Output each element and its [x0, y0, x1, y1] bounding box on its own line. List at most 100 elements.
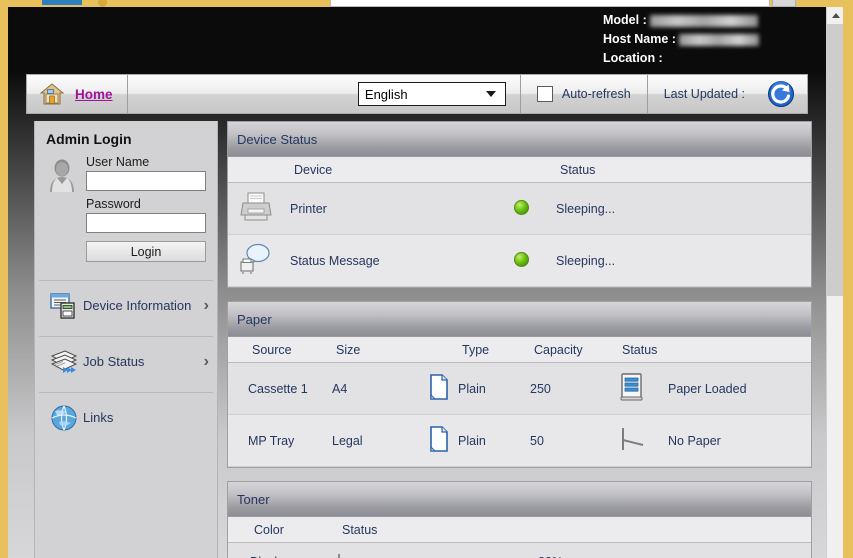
host-name-label: Host Name : [603, 32, 676, 46]
top-toolbar: Home English Auto-refresh Last Updated: [26, 74, 808, 114]
screenshot-root: Model : Host Name : Location : Home Engl… [0, 0, 853, 558]
device-information-icon [49, 291, 79, 321]
status-message-icon [228, 242, 284, 279]
column-header-status: Status [622, 342, 658, 357]
paper-capacity: 50 [530, 433, 544, 448]
admin-login-title: Admin Login [46, 131, 132, 147]
status-indicator [514, 199, 556, 218]
sidebar-item-links[interactable]: Links [35, 393, 217, 442]
toner-panel-header: Toner [228, 482, 811, 517]
table-row: Cassette 1 A4 Plain 250 Paper Loaded [228, 363, 811, 415]
table-header-row: Device Status [228, 157, 811, 183]
sidebar-item-label: Device Information [83, 298, 192, 313]
page-body: Home English Auto-refresh Last Updated:… [8, 69, 843, 558]
column-header-size: Size [336, 342, 361, 357]
device-status-text: Sleeping... [556, 253, 616, 268]
browser-chrome-sliver [0, 0, 853, 7]
chevron-right-icon: › [203, 352, 209, 370]
device-status-panel: Device Status Device Status Printer Slee… [227, 121, 812, 288]
device-status-panel-header: Device Status [228, 122, 811, 157]
scrollbar-thumb[interactable] [827, 24, 843, 296]
language-select-box[interactable]: English [357, 82, 506, 106]
window-frame-left [0, 7, 8, 558]
browser-toolbar-icon[interactable] [98, 0, 107, 7]
panel-title: Toner [237, 491, 270, 507]
paper-size: Legal [332, 433, 363, 448]
column-header-color: Color [254, 522, 284, 537]
auto-refresh-control[interactable]: Auto-refresh [521, 75, 647, 113]
location-row: Location : [603, 49, 759, 68]
device-name: Status Message [290, 253, 380, 268]
password-input[interactable] [86, 213, 206, 233]
paper-source: MP Tray [248, 433, 295, 448]
refresh-icon [767, 80, 795, 108]
language-selected-value: English [364, 86, 408, 102]
left-sidebar: Admin Login User Name Password Login Dev… [34, 121, 218, 558]
paper-status: Paper Loaded [668, 381, 747, 396]
column-header-type: Type [462, 342, 490, 357]
sidebar-item-job-status[interactable]: Job Status › [35, 337, 217, 386]
admin-login-panel: Admin Login User Name Password Login [35, 121, 217, 274]
paper-size: A4 [332, 381, 348, 396]
links-globe-icon [49, 403, 79, 433]
paper-status: No Paper [668, 433, 721, 448]
table-header-row: Color Status [228, 517, 811, 543]
browser-tab[interactable] [42, 0, 82, 5]
home-button[interactable]: Home [27, 75, 127, 113]
auto-refresh-checkbox[interactable] [536, 86, 553, 102]
location-label: Location : [603, 51, 663, 65]
last-updated-label: Last Updated : [663, 87, 745, 101]
login-button[interactable]: Login [86, 241, 206, 262]
panel-title: Device Status [237, 131, 318, 147]
browser-address-bar[interactable] [330, 0, 770, 7]
table-header-row: Source Size Type Capacity Status [228, 337, 811, 363]
auto-refresh-label: Auto-refresh [561, 87, 631, 101]
browser-toolbar-button[interactable] [772, 0, 796, 7]
content-area: Device Status Device Status Printer Slee… [227, 121, 812, 558]
column-header-status: Status [342, 522, 378, 537]
device-name: Printer [290, 201, 327, 216]
username-input[interactable] [86, 171, 206, 191]
paper-table: Source Size Type Capacity Status Cassett… [228, 337, 811, 467]
paper-type: Plain [458, 433, 486, 448]
host-name-value-redacted [678, 33, 759, 46]
language-selector[interactable]: English [128, 75, 520, 113]
paper-type: Plain [458, 381, 486, 396]
device-identity-block: Model : Host Name : Location : [603, 11, 759, 68]
paper-sheet-icon [420, 374, 458, 403]
toner-color: Black [228, 555, 338, 558]
no-paper-icon [618, 424, 668, 457]
window-frame-right [843, 7, 853, 558]
paper-capacity: 250 [530, 381, 551, 396]
home-link-label[interactable]: Home [75, 87, 113, 102]
model-label: Model : [603, 13, 647, 27]
paper-source: Cassette 1 [248, 381, 308, 396]
column-header-capacity: Capacity [534, 342, 583, 357]
username-label: User Name [86, 155, 150, 169]
job-status-icon [49, 347, 79, 377]
paper-panel-header: Paper [228, 302, 811, 337]
printer-icon [228, 191, 284, 226]
sidebar-item-label: Links [83, 410, 114, 425]
paper-loaded-icon [618, 372, 668, 405]
table-row: MP Tray Legal Plain 50 No Paper [228, 415, 811, 467]
model-value-redacted [649, 14, 758, 27]
column-header-source: Source [252, 342, 292, 357]
vertical-scrollbar[interactable] [826, 7, 843, 558]
status-indicator [514, 251, 556, 270]
home-icon [39, 81, 65, 107]
refresh-button[interactable] [761, 75, 807, 113]
model-row: Model : [603, 11, 759, 30]
scroll-up-button[interactable] [827, 7, 843, 24]
password-label: Password [86, 197, 141, 211]
device-status-text: Sleeping... [556, 201, 616, 216]
sidebar-item-device-information[interactable]: Device Information › [35, 281, 217, 330]
user-avatar-icon [46, 157, 78, 193]
paper-sheet-icon [420, 426, 458, 455]
sidebar-item-label: Job Status [83, 354, 145, 369]
host-name-row: Host Name : [603, 30, 759, 49]
table-row: Printer Sleeping... [228, 183, 811, 235]
chevron-right-icon: › [203, 296, 209, 314]
device-header-band: Model : Host Name : Location : [8, 7, 843, 69]
panel-title: Paper [237, 311, 272, 327]
